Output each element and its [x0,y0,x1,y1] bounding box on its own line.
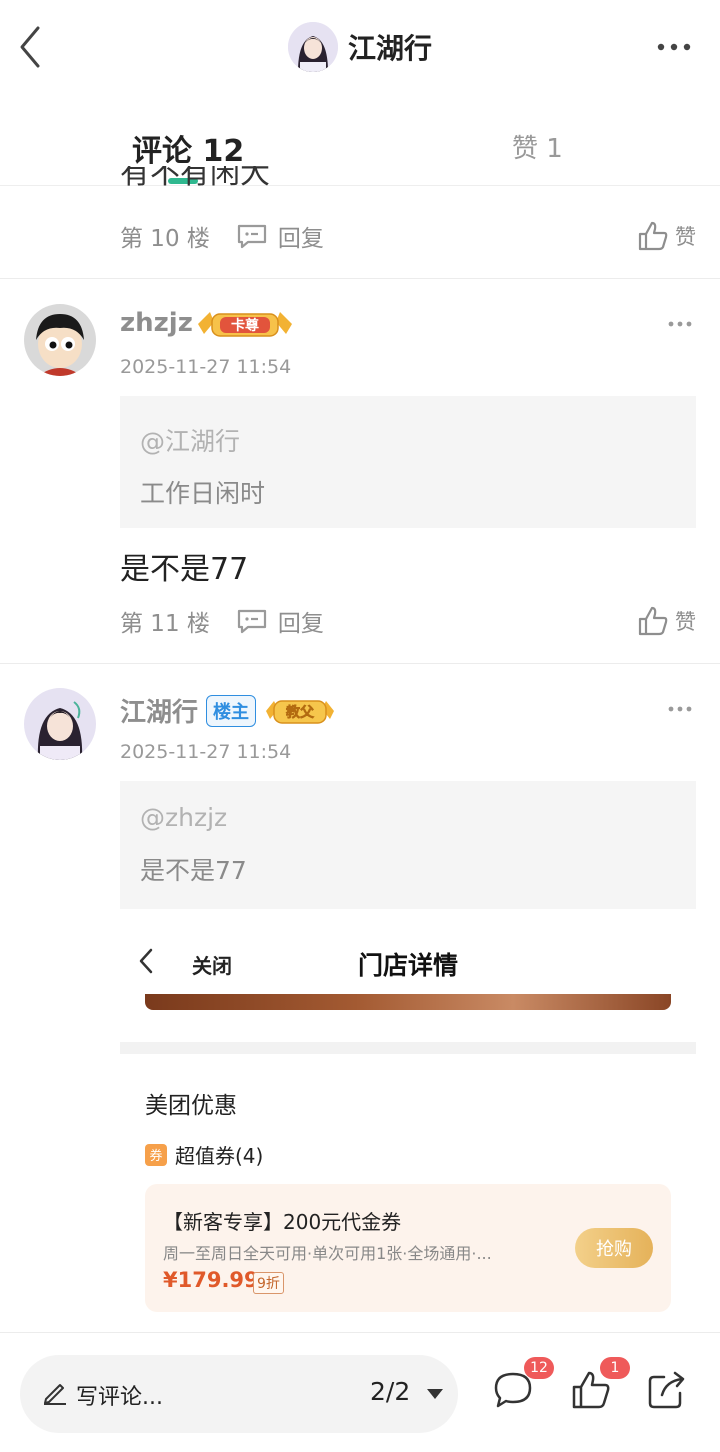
thumbs-up-icon [638,606,668,636]
write-comment-box[interactable]: 写评论... 2/2 [20,1355,458,1433]
coupon-icon: 券 [145,1143,167,1166]
quoted-text: 工作日闲时 [140,479,266,508]
owner-name-row: 江湖行 楼主 教父 [120,692,336,729]
commenter-username[interactable]: zhzjz [120,308,193,338]
comment-actions-row: 第 11 楼 回复 [120,603,324,639]
rank-badge-text: 教父 [286,704,315,721]
coupon-price: ¥179.99 [163,1268,259,1292]
screenshot-header: 关闭 门店详情 [120,910,696,992]
like-label: 赞 [675,225,696,249]
screenshot-title: 门店详情 [358,951,459,980]
thumbs-up-icon [638,221,668,251]
comment-more-icon[interactable] [668,320,692,328]
tab-comments[interactable]: 评论 12 [132,126,244,170]
reply-label: 回复 [277,226,324,252]
bottom-bar: 写评论... 2/2 12 1 [0,1332,720,1452]
more-options-icon[interactable] [656,40,692,54]
coupon-name: 【新客专享】200元代金券 [163,1210,402,1234]
rank-badge-jiaofu: 教父 [266,699,335,724]
floor-number: 第 11 楼 [120,611,210,637]
partial-comment-text: 有不有闲大 [120,166,270,190]
screenshot-back-icon [139,948,153,974]
quoted-text: 是不是77 [140,856,247,885]
floor-number: 第 10 楼 [120,226,210,252]
page-title: 江湖行 [347,32,432,65]
pencil-icon [44,1384,66,1405]
like-label: 赞 [675,610,696,634]
header-title-group[interactable]: 江湖行 [0,22,720,72]
section-separator [120,1042,696,1054]
reply-label: 回复 [277,611,324,637]
tab-likes[interactable]: 赞 1 [512,128,563,165]
reply-icon [237,609,266,634]
owner-username[interactable]: 江湖行 [120,692,198,729]
coupon-description: 周一至周日全天可用·单次可用1张·全场通用·... [163,1244,492,1263]
comment-divider [0,278,720,279]
like-count-badge: 1 [600,1357,630,1379]
comment-body: 是不是77 [120,552,249,587]
store-photo-strip [145,994,671,1010]
quoted-user[interactable]: @zhzjz [140,803,227,832]
page-indicator[interactable]: 2/2 [370,1377,410,1406]
coupon-category: 券 超值券(4) [145,1140,263,1169]
reply-button[interactable]: 回复 [236,219,324,253]
like-button[interactable]: 赞 [637,220,696,252]
write-comment-placeholder: 写评论... [76,1385,163,1410]
coupon-discount-tag: 9折 [253,1272,284,1294]
quoted-user[interactable]: @江湖行 [140,422,240,458]
author-avatar[interactable] [287,22,338,72]
grab-button: 抢购 [575,1228,653,1268]
commenter-avatar[interactable] [24,304,96,376]
quoted-reply-box: @江湖行 工作日闲时 [120,396,696,528]
quoted-reply-box: @zhzjz 是不是77 [120,781,696,909]
reply-button[interactable]: 回复 [236,604,324,638]
comment-more-icon[interactable] [668,705,692,713]
caret-down-icon[interactable] [426,1387,444,1401]
rank-badge-text: 卡尊 [231,317,259,334]
attached-screenshot[interactable]: 关闭 门店详情 美团优惠 券 超值券(4) 【新客专享】200元代金券 周一至周… [120,910,696,1334]
screenshot-close-label: 关闭 [192,954,232,978]
share-icon[interactable] [646,1369,688,1411]
comment-timestamp: 2025-11-27 11:54 [120,356,292,378]
comment-divider [0,663,720,664]
top-bar: 江湖行 [0,0,720,96]
comment-timestamp: 2025-11-27 11:54 [120,741,292,763]
like-button[interactable]: 赞 [637,605,696,637]
coupon-category-label: 超值券(4) [175,1144,264,1168]
owner-avatar[interactable] [24,688,96,760]
comment-actions-row: 第 10 楼 回复 [120,218,324,254]
comment-count-badge: 12 [524,1357,554,1379]
reply-icon [237,224,266,249]
rank-badge-kazun: 卡尊 [196,308,294,340]
thread-owner-tag: 楼主 [206,694,257,727]
meituan-deals-title: 美团优惠 [145,1093,237,1119]
coupon-card: 【新客专享】200元代金券 周一至周日全天可用·单次可用1张·全场通用·... … [145,1184,671,1312]
